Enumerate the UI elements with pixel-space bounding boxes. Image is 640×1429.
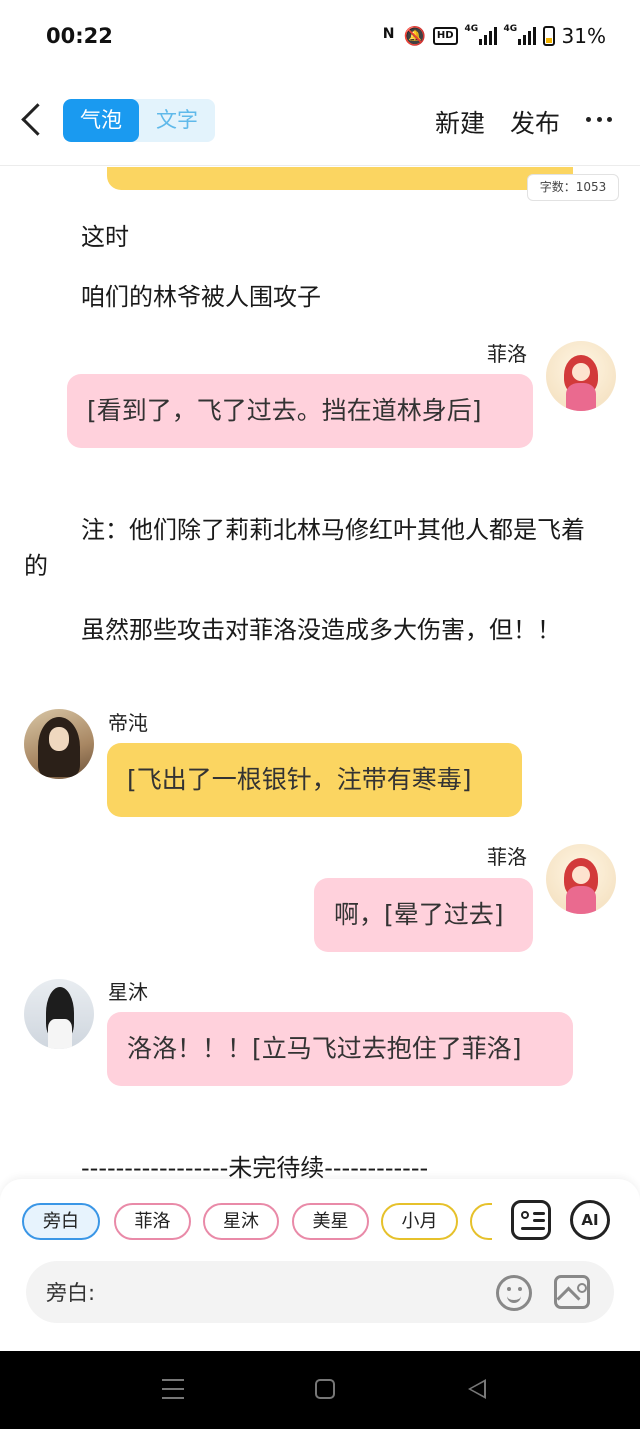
story-content[interactable]: 字数：1053 这时 咱们的林爷被人围攻子 菲洛 [看到了，飞了过去。挡在道林身… — [0, 167, 640, 1179]
mode-toggle: 气泡 文字 — [63, 99, 215, 142]
character-chip-xiaoyue[interactable]: 小月 — [381, 1203, 458, 1240]
tab-bubble[interactable]: 气泡 — [63, 99, 139, 142]
avatar[interactable] — [546, 341, 616, 411]
system-nav-bar — [0, 1351, 640, 1429]
editor-header: 气泡 文字 新建 发布 — [0, 76, 640, 166]
partial-bubble[interactable] — [107, 167, 573, 190]
back-arrow-icon[interactable] — [18, 100, 48, 140]
ai-button[interactable]: AI — [570, 1200, 610, 1240]
composer-input-box: 旁白: — [26, 1261, 614, 1323]
nav-back-icon[interactable] — [468, 1379, 486, 1399]
status-bar: 00:22 N 🔕 HD 4G 4G 31% — [0, 0, 640, 76]
character-chip-xingmu[interactable]: 星沐 — [203, 1203, 279, 1240]
character-chip-more[interactable] — [470, 1203, 492, 1240]
hd-voice-icon: HD — [432, 27, 458, 45]
avatar[interactable] — [24, 979, 94, 1049]
home-icon[interactable] — [315, 1379, 335, 1399]
composer-speaker-label: 旁白: — [46, 1281, 96, 1305]
recent-apps-icon[interactable] — [162, 1379, 184, 1399]
avatar[interactable] — [24, 709, 94, 779]
narration-line[interactable]: 注：他们除了莉莉北林马修红叶其他人都是飞着的 — [24, 512, 594, 584]
more-icon[interactable] — [586, 117, 612, 123]
signal-1-icon: 4G — [464, 24, 497, 45]
speaker-name: 帝沌 — [108, 711, 148, 735]
character-chip-feiluo[interactable]: 菲洛 — [114, 1203, 191, 1240]
signal-2-icon: 4G — [503, 24, 536, 45]
dialogue-bubble[interactable]: [飞出了一根银针，注带有寒毒] — [107, 743, 522, 817]
new-button[interactable]: 新建 — [435, 104, 485, 140]
network-type-1: 4G — [464, 24, 479, 34]
character-chips: 旁白 菲洛 星沐 美星 小月 — [22, 1203, 492, 1243]
speaker-name: 星沐 — [108, 980, 148, 1004]
emoji-icon[interactable] — [496, 1275, 532, 1311]
publish-button[interactable]: 发布 — [510, 104, 560, 140]
composer-panel: 旁白 菲洛 星沐 美星 小月 AI 旁白: — [0, 1179, 640, 1351]
speaker-name: 菲洛 — [487, 342, 527, 366]
battery-percent: 31% — [561, 24, 606, 48]
narration-line[interactable]: 虽然那些攻击对菲洛没造成多大伤害，但！！ — [24, 612, 594, 648]
character-chip-meixing[interactable]: 美星 — [292, 1203, 369, 1240]
avatar[interactable] — [546, 844, 616, 914]
network-type-2: 4G — [503, 24, 518, 34]
narration-line[interactable]: -----------------未完待续------------ — [24, 1150, 594, 1179]
tab-text[interactable]: 文字 — [139, 99, 215, 142]
status-icons: N 🔕 HD 4G 4G 31% — [381, 24, 606, 48]
word-count-badge: 字数：1053 — [527, 174, 619, 201]
battery-icon — [542, 26, 555, 46]
nfc-icon: N — [382, 26, 395, 42]
composer-input[interactable] — [104, 1271, 484, 1313]
narration-line[interactable]: 这时 — [24, 219, 594, 255]
narration-line[interactable]: 咱们的林爷被人围攻子 — [24, 279, 594, 315]
status-time: 00:22 — [46, 24, 113, 48]
mute-bell-icon: 🔕 — [403, 25, 426, 47]
dialogue-bubble[interactable]: 啊，[晕了过去] — [314, 878, 533, 952]
dialogue-bubble[interactable]: [看到了，飞了过去。挡在道林身后] — [67, 374, 533, 448]
role-card-icon[interactable] — [511, 1200, 551, 1240]
image-icon[interactable] — [554, 1275, 590, 1309]
character-chip-narrator[interactable]: 旁白 — [22, 1203, 100, 1240]
speaker-name: 菲洛 — [487, 845, 527, 869]
dialogue-bubble[interactable]: 洛洛！！！[立马飞过去抱住了菲洛] — [107, 1012, 573, 1086]
